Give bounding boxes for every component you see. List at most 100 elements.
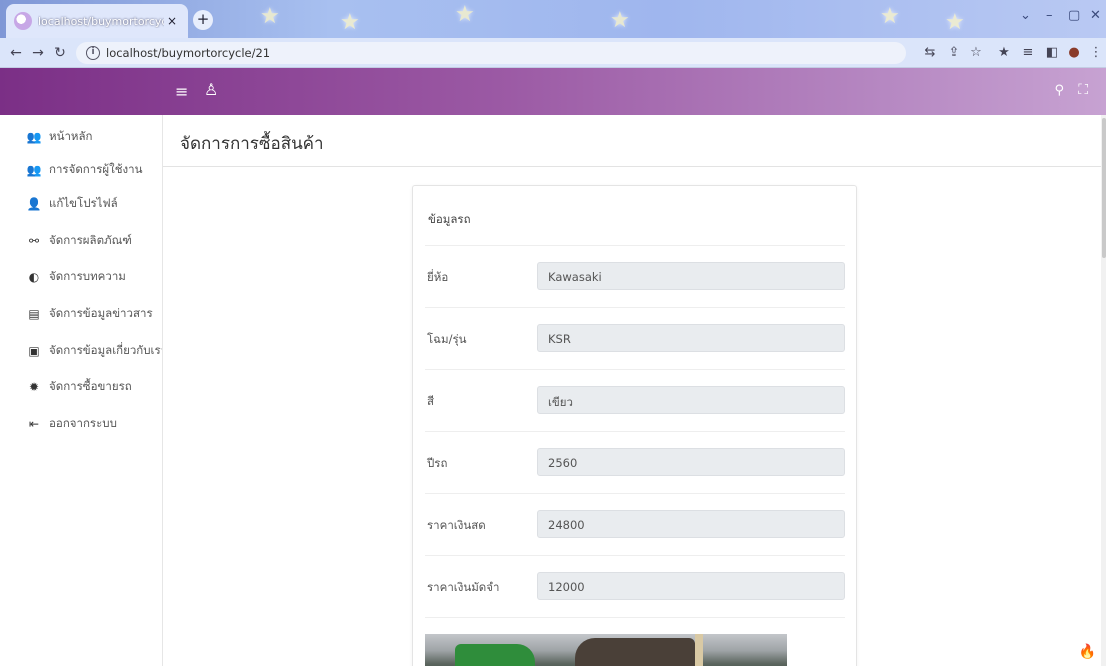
- new-tab-button[interactable]: +: [193, 10, 213, 30]
- field-label: ยี่ห้อ: [427, 270, 449, 284]
- users-icon: 👥: [26, 163, 42, 177]
- star-decoration-icon: ★: [455, 2, 475, 27]
- sidebar-item-articles[interactable]: ◐ จัดการบทความ: [26, 267, 126, 287]
- scrollbar-thumb[interactable]: [1102, 118, 1106, 258]
- browser-tab-strip: ★ ★ ★ ★ ★ ★ localhost/buymortorcycle/21 …: [0, 0, 1106, 38]
- star-decoration-icon: ★: [340, 10, 360, 35]
- field-cash-price: ราคาเงินสด 24800: [413, 510, 856, 540]
- maximize-icon[interactable]: ▢: [1068, 8, 1080, 23]
- divider: [425, 369, 845, 370]
- field-label: โฉม/รุ่น: [427, 332, 467, 346]
- field-year: ปีรถ 2560: [413, 448, 856, 478]
- flame-icon[interactable]: 🔥: [1079, 644, 1096, 660]
- field-deposit-price: ราคาเงินมัดจำ 12000: [413, 572, 856, 602]
- search-icon[interactable]: ⚲: [1054, 83, 1064, 98]
- contrast-icon: ◐: [28, 270, 40, 284]
- sidebar-item-user-management[interactable]: 👥 การจัดการผู้ใช้งาน: [26, 160, 143, 180]
- browser-toolbar: ← → ↻ i localhost/buymortorcycle/21 ⇆ ⇪ …: [0, 38, 1106, 68]
- field-value-input[interactable]: 24800: [537, 510, 845, 538]
- share-icon[interactable]: ⇪: [946, 45, 962, 61]
- tab-close-icon[interactable]: ×: [164, 14, 180, 28]
- sidebar-item-label: จัดการข้อมูลเกี่ยวกับเรา: [49, 343, 168, 357]
- user-edit-icon: 👤: [26, 197, 42, 211]
- field-value-input[interactable]: 12000: [537, 572, 845, 600]
- field-model: โฉม/รุ่น KSR: [413, 324, 856, 354]
- divider: [425, 617, 845, 618]
- sidebar-item-logout[interactable]: ⇤ ออกจากระบบ: [26, 414, 117, 434]
- sidebar-item-label: ออกจากระบบ: [49, 416, 117, 430]
- sidebar-item-label: จัดการผลิตภัณฑ์: [49, 233, 132, 247]
- fullscreen-icon[interactable]: ⛶: [1078, 82, 1088, 98]
- vehicle-info-card: ข้อมูลรถ ยี่ห้อ Kawasaki โฉม/รุ่น KSR สี…: [412, 185, 857, 666]
- sidebar-item-label: การจัดการผู้ใช้งาน: [49, 162, 143, 176]
- divider: [425, 493, 845, 494]
- browser-tab[interactable]: localhost/buymortorcycle/21 ×: [6, 4, 188, 38]
- sidebar-item-label: แก้ไขโปรไฟล์: [49, 196, 118, 210]
- back-arrow-icon[interactable]: ←: [6, 43, 26, 63]
- field-brand: ยี่ห้อ Kawasaki: [413, 262, 856, 292]
- photo-shape: [575, 638, 695, 666]
- newspaper-icon: ▤: [28, 307, 40, 321]
- field-value-input[interactable]: KSR: [537, 324, 845, 352]
- sidebar-item-trade-cars[interactable]: ✹ จัดการซื้อขายรถ: [26, 377, 132, 397]
- site-info-icon[interactable]: i: [86, 46, 100, 60]
- app-header: ≡ ♙ ⚲ ⛶: [0, 68, 1106, 115]
- address-bar[interactable]: i localhost/buymortorcycle/21: [76, 42, 906, 64]
- star-decoration-icon: ★: [880, 4, 900, 29]
- sidebar-item-edit-profile[interactable]: 👤 แก้ไขโปรไฟล์: [26, 194, 118, 214]
- field-label: ราคาเงินมัดจำ: [427, 580, 500, 594]
- field-value-input[interactable]: 2560: [537, 448, 845, 476]
- star-decoration-icon: ★: [610, 8, 630, 33]
- minimize-icon[interactable]: –: [1046, 8, 1053, 23]
- motorcycle-photo: [425, 634, 787, 666]
- logout-icon: ⇤: [28, 417, 40, 431]
- sidebar-item-label: จัดการข้อมูลข่าวสาร: [49, 306, 153, 320]
- reload-icon[interactable]: ↻: [50, 43, 70, 63]
- card-title: ข้อมูลรถ: [428, 212, 471, 226]
- divider: [425, 431, 845, 432]
- main-content: จัดการการซื้อสินค้า ข้อมูลรถ ยี่ห้อ Kawa…: [162, 115, 1106, 666]
- tab-title: localhost/buymortorcycle/21: [38, 14, 164, 28]
- field-label: ปีรถ: [427, 456, 448, 470]
- field-label: ราคาเงินสด: [427, 518, 486, 532]
- page-title: จัดการการซื้อสินค้า: [180, 134, 324, 154]
- extensions-icon[interactable]: ≡: [1020, 45, 1036, 61]
- sidebar-item-label: จัดการบทความ: [49, 269, 126, 283]
- address-url: localhost/buymortorcycle/21: [106, 46, 271, 60]
- sidebar-item-about-us[interactable]: ▣ จัดการข้อมูลเกี่ยวกับเรา: [26, 341, 167, 361]
- forward-arrow-icon[interactable]: →: [28, 43, 48, 63]
- sidebar-item-products[interactable]: ⚯ จัดการผลิตภัณฑ์: [26, 231, 132, 251]
- profile-avatar-icon[interactable]: ●: [1066, 45, 1082, 61]
- sidebar-item-label: หน้าหลัก: [49, 129, 93, 143]
- tab-favicon-icon: [14, 12, 32, 30]
- side-panel-icon[interactable]: ◧: [1044, 45, 1060, 61]
- photo-shape: [695, 634, 703, 666]
- divider: [425, 245, 845, 246]
- translate-icon[interactable]: ⇆: [922, 45, 938, 61]
- hamburger-menu-icon[interactable]: ≡: [175, 82, 188, 101]
- photo-shape: [455, 644, 535, 666]
- extension-star-icon[interactable]: ★: [996, 45, 1012, 61]
- page-header: จัดการการซื้อสินค้า: [163, 115, 1106, 167]
- gear-icon: ✹: [28, 380, 40, 394]
- bookmark-star-icon[interactable]: ☆: [968, 45, 984, 61]
- star-decoration-icon: ★: [945, 10, 965, 35]
- users-icon: 👥: [26, 130, 42, 144]
- sidebar-item-label: จัดการซื้อขายรถ: [49, 379, 132, 393]
- star-decoration-icon: ★: [260, 4, 280, 29]
- sitemap-icon: ⚯: [28, 234, 40, 248]
- divider: [425, 307, 845, 308]
- user-icon[interactable]: ♙: [204, 80, 218, 99]
- divider: [425, 555, 845, 556]
- sidebar: 👥 หน้าหลัก 👥 การจัดการผู้ใช้งาน 👤 แก้ไขโ…: [0, 115, 167, 666]
- browser-menu-icon[interactable]: ⋮: [1088, 45, 1104, 61]
- window-close-icon[interactable]: ✕: [1090, 8, 1101, 23]
- info-book-icon: ▣: [28, 344, 40, 358]
- field-value-input[interactable]: เขียว: [537, 386, 845, 414]
- chevron-down-icon[interactable]: ⌄: [1020, 8, 1031, 23]
- field-label: สี: [427, 394, 435, 408]
- field-color: สี เขียว: [413, 386, 856, 416]
- field-value-input[interactable]: Kawasaki: [537, 262, 845, 290]
- sidebar-item-home[interactable]: 👥 หน้าหลัก: [26, 127, 93, 147]
- sidebar-item-news[interactable]: ▤ จัดการข้อมูลข่าวสาร: [26, 304, 153, 324]
